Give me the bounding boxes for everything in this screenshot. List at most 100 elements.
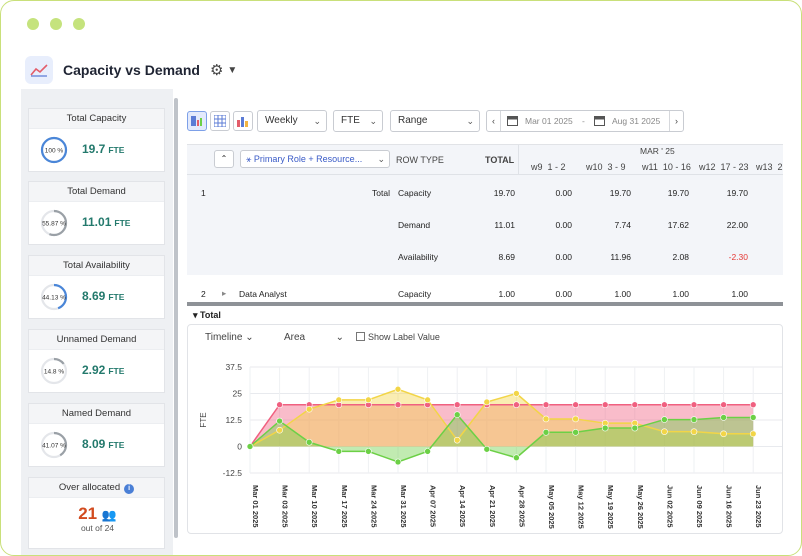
row-cell-value[interactable]: 0.00: [532, 188, 572, 198]
row-cell-value[interactable]: 2.08: [649, 252, 689, 262]
data-point[interactable]: [513, 454, 520, 462]
week-header[interactable]: w10 3 - 9: [586, 162, 626, 172]
data-point[interactable]: [661, 416, 668, 423]
data-point[interactable]: [601, 424, 609, 432]
data-point[interactable]: [690, 416, 698, 423]
data-point[interactable]: [572, 401, 579, 409]
period-select[interactable]: Weekly ⌄: [257, 110, 327, 132]
data-point[interactable]: [365, 448, 372, 455]
data-point[interactable]: [661, 428, 668, 435]
group-by-select[interactable]: ⚹ Primary Role + Resource... ⌄: [240, 150, 390, 168]
data-point[interactable]: [749, 414, 757, 421]
x-tick-label: May 19 2025: [606, 485, 615, 529]
data-point[interactable]: [335, 396, 343, 404]
data-point[interactable]: [749, 401, 757, 409]
row-total: 8.69: [498, 252, 515, 262]
row-cell-value[interactable]: 19.70: [591, 188, 631, 198]
over-allocated-title: Over allocated i: [29, 478, 164, 498]
data-point[interactable]: [720, 414, 727, 421]
week-header[interactable]: w13 2: [756, 162, 783, 172]
sidebar-scrollbar[interactable]: [174, 98, 178, 538]
column-header-total[interactable]: TOTAL: [485, 155, 514, 165]
gear-icon[interactable]: ⚙: [210, 61, 223, 79]
expand-row-icon[interactable]: ▸: [222, 288, 226, 299]
data-point[interactable]: [276, 426, 283, 434]
chart-view-button[interactable]: [233, 111, 253, 131]
week-header[interactable]: w9 1 - 2: [531, 162, 566, 172]
start-date[interactable]: Mar 01 2025: [525, 116, 573, 126]
data-point[interactable]: [276, 401, 283, 409]
week-header[interactable]: w12 17 - 23: [699, 162, 749, 172]
prev-range-button[interactable]: ‹: [487, 111, 501, 131]
metric-percent: 55.87 %: [42, 221, 66, 228]
data-point[interactable]: [394, 385, 402, 393]
info-icon[interactable]: i: [124, 484, 135, 494]
data-point[interactable]: [542, 428, 550, 436]
row-cell-value[interactable]: 11.96: [591, 252, 631, 262]
data-point[interactable]: [424, 448, 431, 455]
data-point[interactable]: [690, 428, 698, 435]
data-point[interactable]: [453, 436, 461, 444]
window-dot[interactable]: [50, 18, 62, 30]
row-cell-value[interactable]: 7.74: [591, 220, 631, 230]
window-dot[interactable]: [27, 18, 39, 30]
row-cell-value[interactable]: 0.00: [532, 252, 572, 262]
data-point[interactable]: [601, 401, 609, 409]
window-dot[interactable]: [73, 18, 85, 30]
data-point[interactable]: [631, 424, 639, 432]
data-point[interactable]: [690, 401, 698, 409]
total-section-toggle[interactable]: ▾ Total: [193, 310, 221, 321]
data-point[interactable]: [394, 458, 402, 466]
data-point[interactable]: [661, 401, 668, 409]
column-header-row-type[interactable]: ROW TYPE: [396, 155, 444, 165]
data-point[interactable]: [631, 401, 639, 409]
data-point[interactable]: [572, 428, 579, 436]
data-point[interactable]: [453, 401, 461, 409]
row-cell-value[interactable]: 1.00: [708, 289, 748, 299]
unit-select[interactable]: FTE ⌄: [333, 110, 383, 132]
date-range-picker[interactable]: ‹ Mar 01 2025 - Aug 31 2025 ›: [486, 110, 684, 132]
data-point[interactable]: [542, 415, 550, 423]
week-header[interactable]: w11 10 - 16: [642, 162, 691, 172]
data-point[interactable]: [276, 417, 283, 425]
row-cell-value[interactable]: 1.00: [649, 289, 689, 299]
data-point[interactable]: [720, 401, 727, 409]
chevron-down-icon[interactable]: ▼: [227, 65, 237, 76]
row-cell-value[interactable]: 19.70: [649, 188, 689, 198]
data-point[interactable]: [424, 396, 431, 404]
data-point[interactable]: [513, 401, 520, 409]
row-cell-value[interactable]: 19.70: [708, 188, 748, 198]
data-point[interactable]: [572, 415, 579, 423]
row-cell-value[interactable]: 0.00: [532, 289, 572, 299]
data-point[interactable]: [305, 405, 313, 413]
row-cell-value[interactable]: 0.00: [532, 220, 572, 230]
next-range-button[interactable]: ›: [669, 111, 683, 131]
sort-button[interactable]: ⌃: [214, 150, 234, 168]
timeline-select[interactable]: Timeline ⌄: [205, 332, 254, 343]
data-point[interactable]: [453, 411, 461, 418]
data-point[interactable]: [305, 438, 313, 446]
data-point[interactable]: [720, 430, 727, 438]
y-axis-label: FTE: [199, 412, 208, 427]
data-point[interactable]: [365, 396, 372, 404]
data-point[interactable]: [246, 443, 254, 450]
grid-view-button[interactable]: [210, 111, 230, 131]
data-point[interactable]: [335, 448, 343, 455]
show-label-checkbox[interactable]: Show Label Value: [356, 332, 440, 342]
data-point[interactable]: [483, 398, 491, 406]
range-select[interactable]: Range ⌄: [390, 110, 480, 132]
data-point[interactable]: [542, 401, 550, 409]
data-point[interactable]: [513, 390, 520, 397]
row-cell-value[interactable]: 1.00: [591, 289, 631, 299]
data-point[interactable]: [749, 430, 757, 438]
progress-ring: 44.13 %: [40, 283, 68, 311]
row-cell-value[interactable]: -2.30: [708, 252, 748, 262]
grid-horizontal-scrollbar[interactable]: [187, 302, 783, 306]
chart-kind-select[interactable]: Area ⌄: [284, 332, 344, 343]
end-date[interactable]: Aug 31 2025: [612, 116, 660, 126]
data-point[interactable]: [394, 401, 402, 409]
row-cell-value[interactable]: 22.00: [708, 220, 748, 230]
row-cell-value[interactable]: 17.62: [649, 220, 689, 230]
grid-chart-view-button[interactable]: [187, 111, 207, 131]
data-point[interactable]: [483, 445, 491, 453]
